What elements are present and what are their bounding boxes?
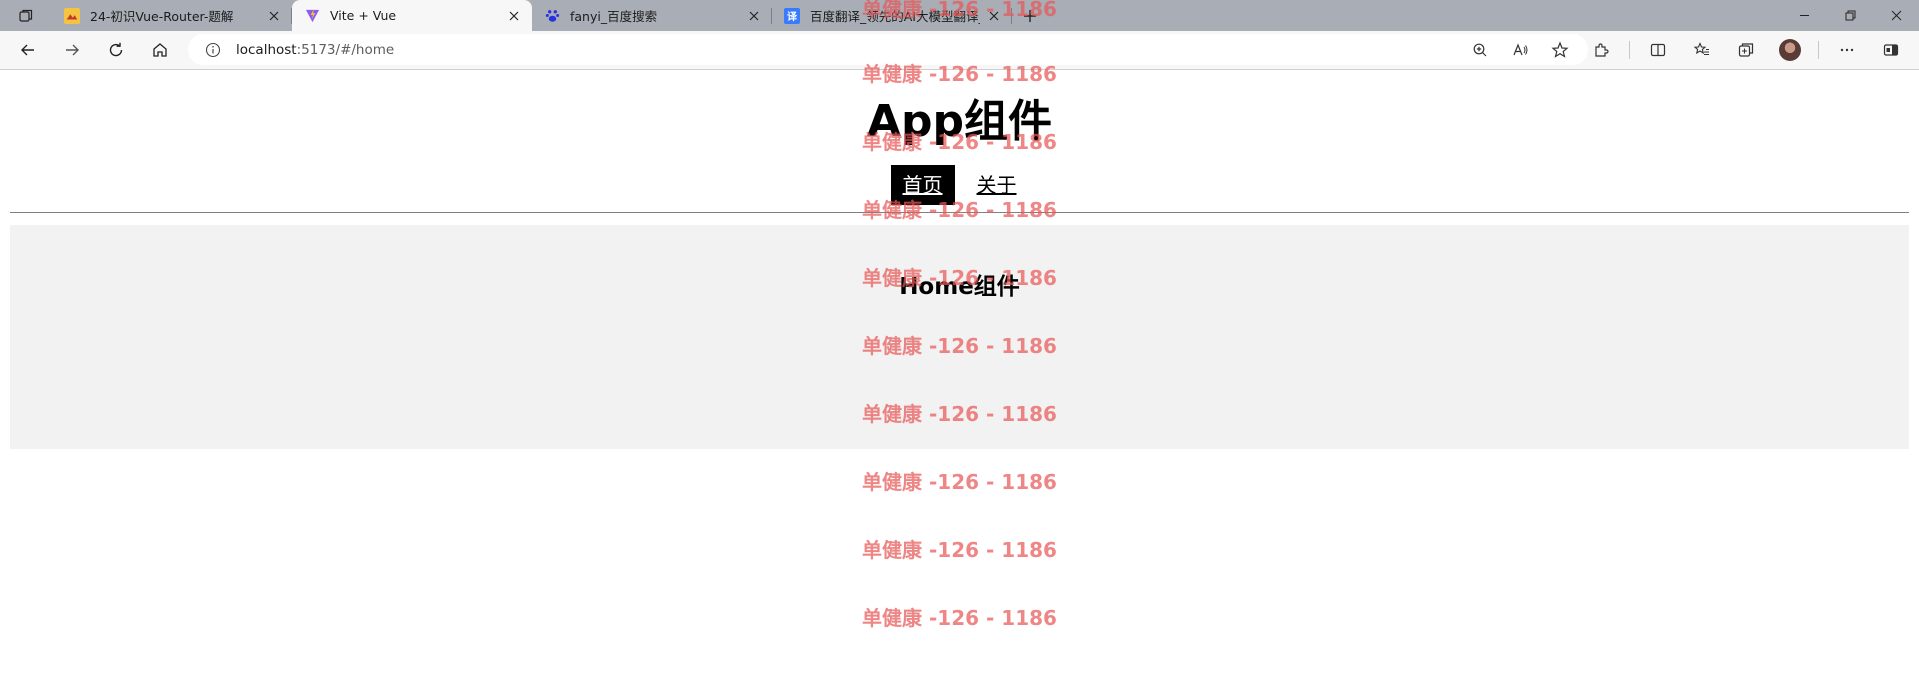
profile-button[interactable] <box>1768 34 1812 66</box>
refresh-icon <box>109 42 123 57</box>
arrow-right-icon <box>66 44 79 56</box>
translate-icon: 译 <box>784 7 800 24</box>
close-icon <box>1891 10 1901 21</box>
tab-title: 24-初识Vue-Router-题解 <box>90 9 234 24</box>
router-nav: 首页 关于 <box>0 165 1919 205</box>
home-icon <box>153 43 167 57</box>
tab-title: fanyi_百度搜索 <box>570 9 658 24</box>
close-icon <box>989 11 999 20</box>
close-icon <box>269 11 279 20</box>
article-icon <box>64 7 80 24</box>
url-host: localhost <box>236 41 297 58</box>
zoom-button[interactable] <box>1460 34 1500 66</box>
home-button[interactable] <box>138 34 182 66</box>
browser-tabstrip: 24-初识Vue-Router-题解 Vite + Vue fanyi_百度搜索 <box>0 0 1919 31</box>
read-aloud-button[interactable] <box>1500 34 1540 66</box>
collections-button[interactable] <box>1724 34 1768 66</box>
minimize-button[interactable] <box>1781 0 1827 31</box>
arrow-left-icon <box>21 44 34 56</box>
baidu-paw-icon <box>544 8 560 24</box>
avatar <box>1779 39 1801 61</box>
favorite-button[interactable] <box>1540 34 1580 66</box>
restore-button[interactable] <box>1827 0 1873 31</box>
minimize-icon <box>1799 15 1809 16</box>
close-window-button[interactable] <box>1873 0 1919 31</box>
home-title: Home组件 <box>899 274 1020 300</box>
site-info-button[interactable] <box>194 42 232 58</box>
tab-baidu-translate[interactable]: 译 百度翻译_领先的AI大模型翻译_文 <box>772 0 1012 31</box>
tab-close-button[interactable] <box>746 8 762 24</box>
router-view-home: Home组件 <box>10 225 1909 449</box>
split-screen-button[interactable] <box>1636 34 1680 66</box>
zoom-in-icon <box>1473 43 1487 56</box>
favorites-list-icon <box>1693 42 1709 56</box>
tab-title: 百度翻译_领先的AI大模型翻译_文 <box>810 9 980 24</box>
read-aloud-icon <box>1513 42 1528 55</box>
toolbar-separator <box>1629 41 1630 59</box>
tab-title: Vite + Vue <box>330 8 397 23</box>
address-bar[interactable]: localhost:5173/#/home <box>188 34 1588 65</box>
divider <box>10 212 1909 213</box>
extensions-button[interactable] <box>1579 34 1623 66</box>
tab-baidu-search[interactable]: fanyi_百度搜索 <box>532 0 772 31</box>
tab-vite-vue[interactable]: Vite + Vue <box>292 0 532 31</box>
more-dots-icon <box>1840 48 1854 52</box>
url-text[interactable]: localhost:5173/#/home <box>236 42 394 58</box>
plus-icon <box>1024 9 1036 22</box>
url-path: :5173/#/home <box>296 41 395 58</box>
sidebar-toggle-button[interactable] <box>1869 34 1913 66</box>
split-screen-icon <box>1650 43 1666 57</box>
restore-icon <box>1845 10 1855 21</box>
nav-link-home[interactable]: 首页 <box>890 165 955 205</box>
tab-actions-icon <box>19 9 33 22</box>
info-icon <box>205 42 221 57</box>
vite-icon <box>304 8 320 24</box>
sidebar-icon <box>1883 44 1899 56</box>
more-menu-button[interactable] <box>1825 34 1869 66</box>
close-icon <box>509 11 519 20</box>
tab-vue-router[interactable]: 24-初识Vue-Router-题解 <box>52 0 292 31</box>
nav-link-about[interactable]: 关于 <box>965 165 1029 205</box>
app-title: App组件 <box>866 96 1053 147</box>
close-icon <box>749 11 759 20</box>
new-tab-button[interactable] <box>1012 0 1048 31</box>
tab-close-button[interactable] <box>986 8 1002 24</box>
back-button[interactable] <box>6 34 50 66</box>
tab-actions-button[interactable] <box>0 0 52 31</box>
page-viewport: App组件 首页 关于 Home组件 <box>0 70 1919 681</box>
window-controls <box>1781 0 1919 31</box>
favorites-button[interactable] <box>1680 34 1724 66</box>
toolbar-separator <box>1818 41 1819 59</box>
browser-toolbar: localhost:5173/#/home <box>0 31 1919 70</box>
forward-button[interactable] <box>50 34 94 66</box>
star-icon <box>1551 40 1569 58</box>
puzzle-icon <box>1595 43 1609 57</box>
tab-close-button[interactable] <box>506 8 522 24</box>
collections-icon <box>1738 43 1754 57</box>
tab-close-button[interactable] <box>266 8 282 24</box>
refresh-button[interactable] <box>94 34 138 66</box>
